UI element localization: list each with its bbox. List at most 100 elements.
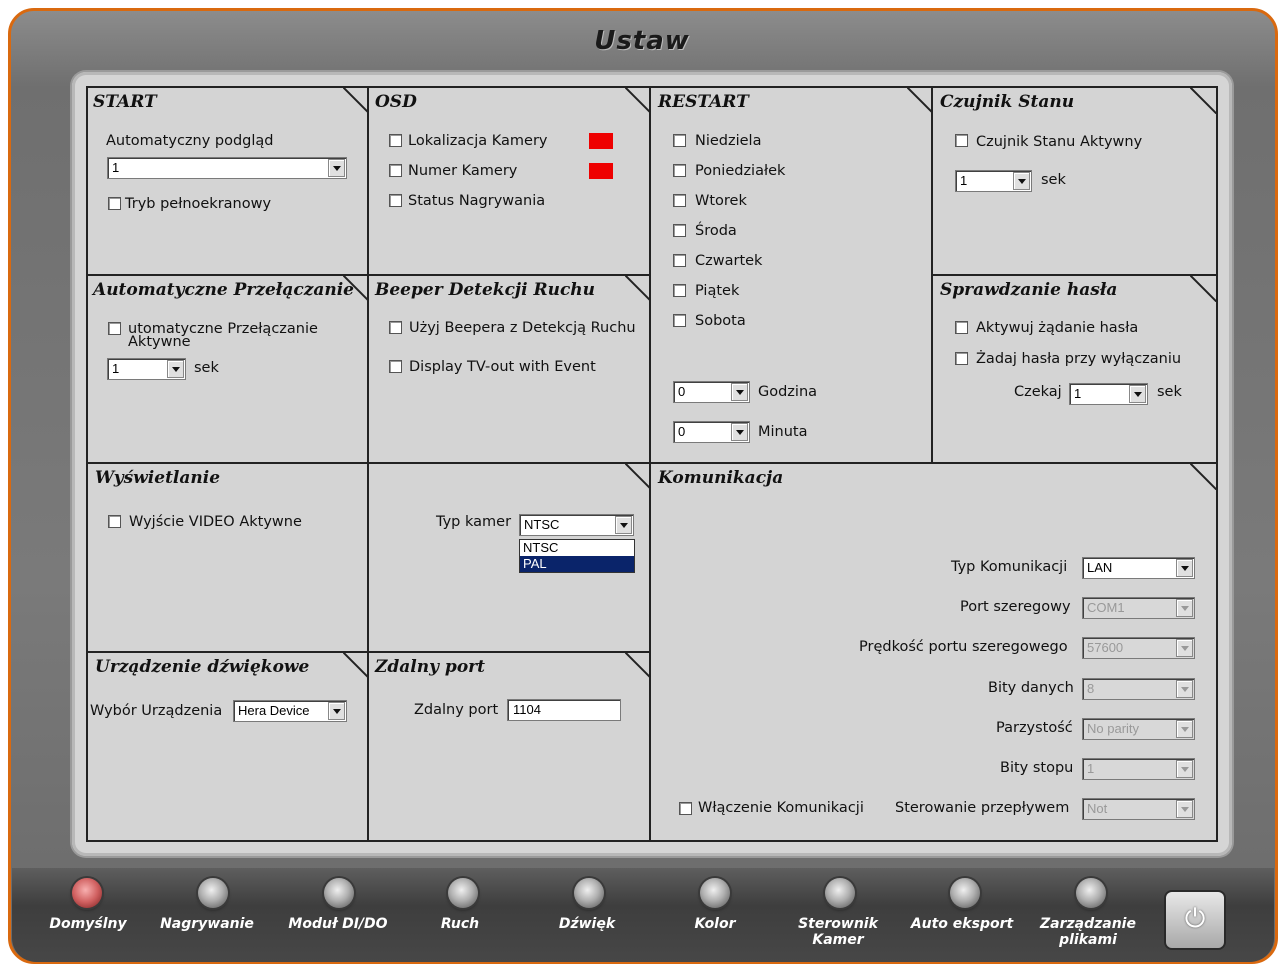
- communication-title: Komunikacja: [658, 468, 784, 488]
- nav-button-default[interactable]: [72, 878, 102, 908]
- day-checkbox[interactable]: [673, 134, 686, 147]
- comm-type-select[interactable]: LAN: [1082, 557, 1195, 579]
- day-checkbox[interactable]: [673, 224, 686, 237]
- sensor-select[interactable]: 1: [955, 170, 1032, 192]
- autoswitch-select[interactable]: 1: [107, 358, 186, 380]
- beeper-use-label: Użyj Beepera z Detekcją Ruchu: [409, 320, 636, 336]
- corner-mark: [625, 653, 651, 679]
- stop-bits-label: Bity stopu: [1000, 760, 1074, 776]
- nav-label[interactable]: Sterownik Kamer: [778, 916, 898, 948]
- corner-mark: [907, 88, 933, 114]
- osd-number-label: Numer Kamery: [408, 163, 518, 179]
- chevron-down-icon[interactable]: [1013, 172, 1030, 190]
- parity-value: No parity: [1087, 721, 1140, 736]
- stop-bits-select[interactable]: 1: [1082, 758, 1195, 780]
- day-checkbox[interactable]: [673, 314, 686, 327]
- audio-device-select[interactable]: Hera Device: [233, 700, 347, 722]
- baud-select[interactable]: 57600: [1082, 637, 1195, 659]
- comm-type-label: Typ Komunikacji: [951, 559, 1068, 575]
- osd-location-label: Lokalizacja Kamery: [408, 133, 548, 149]
- dropdown-option[interactable]: NTSC: [520, 540, 634, 556]
- chevron-down-icon[interactable]: [1129, 385, 1146, 403]
- chevron-down-icon[interactable]: [1176, 720, 1193, 738]
- password-activate-checkbox[interactable]: [955, 321, 968, 334]
- day-label: Środa: [695, 223, 737, 239]
- autoswitch-value: 1: [112, 361, 120, 376]
- nav-button-camera-driver[interactable]: [825, 878, 855, 908]
- dropdown-option-highlighted[interactable]: PAL: [520, 556, 634, 572]
- remote-port-input[interactable]: 1104: [507, 699, 621, 721]
- divider: [367, 88, 369, 840]
- day-checkbox[interactable]: [673, 164, 686, 177]
- data-bits-select[interactable]: 8: [1082, 678, 1195, 700]
- osd-recording-label: Status Nagrywania: [408, 193, 546, 209]
- serial-port-select[interactable]: COM1: [1082, 597, 1195, 619]
- video-out-checkbox[interactable]: [108, 515, 121, 528]
- chevron-down-icon[interactable]: [167, 360, 184, 378]
- comm-type-value: LAN: [1087, 560, 1113, 575]
- corner-mark: [1190, 464, 1216, 490]
- power-button[interactable]: ⏻: [1166, 892, 1224, 948]
- tvout-checkbox[interactable]: [389, 360, 402, 373]
- nav-label[interactable]: Ruch: [400, 916, 520, 932]
- chevron-down-icon[interactable]: [615, 516, 632, 534]
- nav-label[interactable]: Dźwięk: [527, 916, 647, 932]
- color-swatch[interactable]: [589, 163, 613, 179]
- day-checkbox[interactable]: [673, 284, 686, 297]
- nav-button-dido[interactable]: [324, 878, 354, 908]
- nav-label[interactable]: Auto eksport: [902, 916, 1022, 932]
- wait-select[interactable]: 1: [1069, 383, 1148, 405]
- flow-value: Not: [1087, 801, 1108, 816]
- nav-label[interactable]: Domyślny: [28, 916, 148, 932]
- chevron-down-icon[interactable]: [1176, 559, 1193, 577]
- nav-label[interactable]: Zarządzanie plikami: [1028, 916, 1148, 948]
- password-shutdown-checkbox[interactable]: [955, 352, 968, 365]
- chevron-down-icon[interactable]: [731, 423, 748, 441]
- osd-location-checkbox[interactable]: [389, 134, 402, 147]
- color-swatch[interactable]: [589, 133, 613, 149]
- minute-select[interactable]: 0: [673, 421, 750, 443]
- chevron-down-icon[interactable]: [1176, 599, 1193, 617]
- parity-select[interactable]: No parity: [1082, 718, 1195, 740]
- sensor-active-checkbox[interactable]: [955, 134, 968, 147]
- restart-title: RESTART: [658, 92, 749, 112]
- flow-select[interactable]: Not: [1082, 798, 1195, 820]
- nav-button-color[interactable]: [700, 878, 730, 908]
- start-title: START: [93, 92, 157, 112]
- beeper-use-checkbox[interactable]: [389, 321, 402, 334]
- chevron-down-icon[interactable]: [1176, 680, 1193, 698]
- nav-button-sound[interactable]: [574, 878, 604, 908]
- fullscreen-checkbox[interactable]: [108, 197, 121, 210]
- nav-label[interactable]: Kolor: [655, 916, 775, 932]
- osd-recording-checkbox[interactable]: [389, 194, 402, 207]
- chevron-down-icon[interactable]: [1176, 800, 1193, 818]
- chevron-down-icon[interactable]: [1176, 760, 1193, 778]
- nav-button-motion[interactable]: [448, 878, 478, 908]
- chevron-down-icon[interactable]: [731, 383, 748, 401]
- enable-comm-label: Włączenie Komunikacji: [698, 800, 864, 816]
- chevron-down-icon[interactable]: [1176, 639, 1193, 657]
- day-checkbox[interactable]: [673, 194, 686, 207]
- autoswitch-label-2: Aktywne: [128, 334, 191, 350]
- nav-button-recording[interactable]: [198, 878, 228, 908]
- nav-label[interactable]: Nagrywanie: [147, 916, 267, 932]
- nav-button-file-management[interactable]: [1076, 878, 1106, 908]
- osd-number-checkbox[interactable]: [389, 164, 402, 177]
- camera-type-select[interactable]: NTSC: [519, 514, 634, 536]
- auto-preview-select[interactable]: 1: [107, 157, 347, 179]
- audio-title: Urządzenie dźwiękowe: [95, 657, 310, 677]
- remote-port-label: Zdalny port: [414, 702, 499, 718]
- chevron-down-icon[interactable]: [328, 702, 345, 720]
- nav-label[interactable]: Moduł DI/DO: [278, 916, 398, 932]
- enable-comm-checkbox[interactable]: [679, 802, 692, 815]
- day-checkbox[interactable]: [673, 254, 686, 267]
- corner-mark: [1190, 276, 1216, 302]
- osd-title: OSD: [375, 92, 417, 112]
- hour-select[interactable]: 0: [673, 381, 750, 403]
- autoswitch-checkbox[interactable]: [108, 322, 121, 335]
- nav-button-auto-export[interactable]: [950, 878, 980, 908]
- divider: [932, 274, 1216, 276]
- data-bits-value: 8: [1087, 681, 1095, 696]
- display-title: Wyświetlanie: [95, 468, 221, 488]
- chevron-down-icon[interactable]: [328, 159, 345, 177]
